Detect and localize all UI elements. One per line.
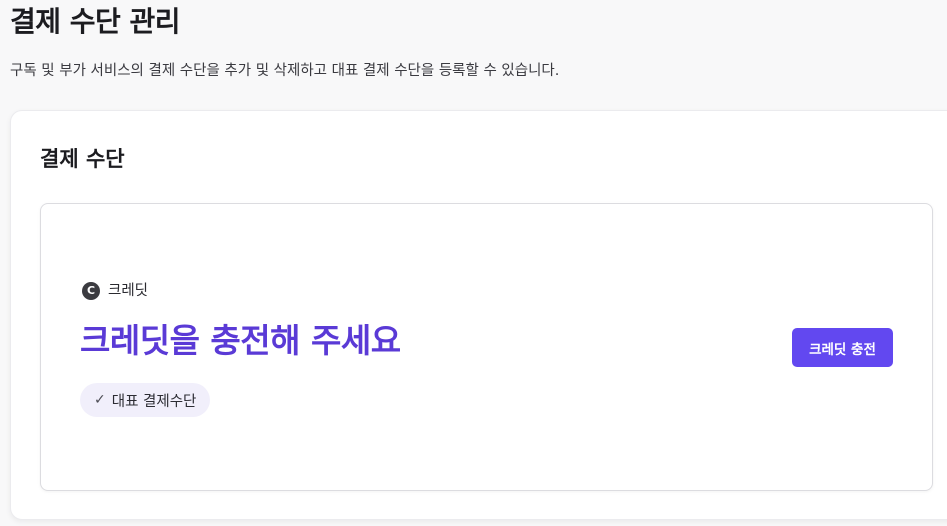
credit-coin-icon: C	[82, 282, 100, 300]
default-payment-badge-label: 대표 결제수단	[111, 393, 197, 410]
payment-methods-card: 결제 수단 C 크레딧 크레딧을 충전해 주세요 ✓ 대표 결제수단 크레딧 충…	[10, 110, 947, 520]
default-payment-badge: ✓ 대표 결제수단	[80, 383, 211, 417]
payment-method-headline: 크레딧을 충전해 주세요	[80, 321, 401, 360]
payment-method-type: C 크레딧	[82, 281, 148, 301]
check-icon: ✓	[94, 392, 106, 408]
page-description: 구독 및 부가 서비스의 결제 수단을 추가 및 삭제하고 대표 결제 수단을 …	[10, 63, 560, 79]
section-title: 결제 수단	[40, 147, 125, 171]
charge-credit-button[interactable]: 크레딧 충전	[792, 328, 893, 367]
page-title: 결제 수단 관리	[10, 5, 181, 38]
payment-method-type-label: 크레딧	[108, 283, 149, 299]
payment-method-card: C 크레딧 크레딧을 충전해 주세요 ✓ 대표 결제수단 크레딧 충전	[40, 203, 933, 491]
